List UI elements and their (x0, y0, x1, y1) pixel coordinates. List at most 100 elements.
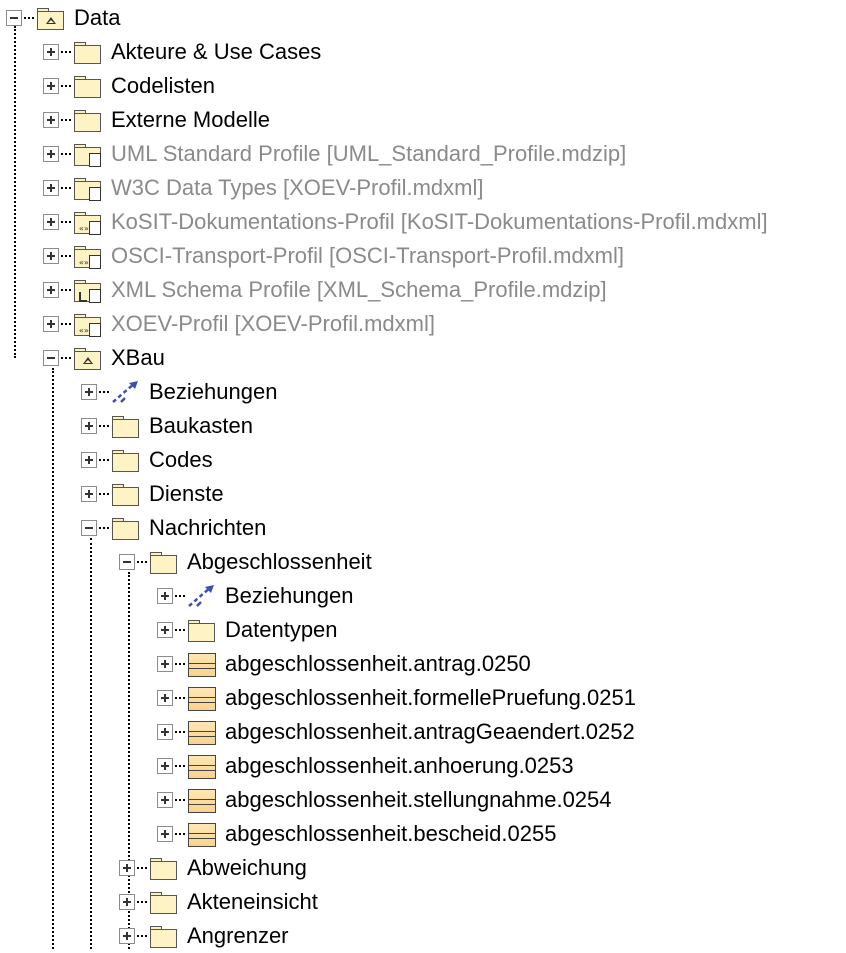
relationship-icon (187, 584, 217, 608)
expand-toggle[interactable] (157, 724, 173, 740)
expand-toggle[interactable] (81, 452, 97, 468)
tree-node-label: Data (74, 5, 121, 30)
tree-node-nachrichten[interactable]: Nachrichten (81, 511, 266, 545)
containment-tree: Data Akteure & Use Cases Codelisten Exte… (0, 0, 846, 949)
profile-folder-icon (73, 176, 103, 201)
tree-node-codes[interactable]: Codes (81, 443, 213, 477)
expand-toggle[interactable] (43, 180, 59, 196)
tree-node-abweichung[interactable]: Abweichung (119, 851, 307, 885)
folder-icon (111, 516, 141, 540)
collapse-toggle[interactable] (81, 520, 97, 536)
expand-toggle[interactable] (43, 112, 59, 128)
tree-node-message-0250[interactable]: abgeschlossenheit.antrag.0250 (157, 647, 531, 681)
tree-node-label: abgeschlossenheit.stellungnahme.0254 (225, 787, 612, 812)
profile-folder-icon (73, 278, 103, 303)
tree-node-label: Abgeschlossenheit (187, 549, 372, 574)
tree-node-w3c-data-types[interactable]: W3C Data Types [XOEV-Profil.mdxml] (43, 171, 483, 205)
tree-node-xoev-profil[interactable]: «» XOEV-Profil [XOEV-Profil.mdxml] (43, 307, 435, 341)
expand-toggle[interactable] (43, 248, 59, 264)
tree-node-label: XBau (111, 345, 165, 370)
expand-toggle[interactable] (157, 792, 173, 808)
package-icon (36, 6, 66, 30)
tree-guide-xbau (52, 368, 54, 949)
tree-node-abgeschlossenheit[interactable]: Abgeschlossenheit (119, 545, 372, 579)
tree-node-baukasten[interactable]: Baukasten (81, 409, 253, 443)
stereotype-profile-icon: «» (73, 244, 103, 269)
folder-icon (187, 618, 217, 642)
tree-node-label: abgeschlossenheit.antrag.0250 (225, 651, 531, 676)
expand-toggle[interactable] (81, 384, 97, 400)
tree-node-label: abgeschlossenheit.bescheid.0255 (225, 821, 557, 846)
tree-node-akteneinsicht[interactable]: Akteneinsicht (119, 885, 318, 919)
message-class-icon (187, 720, 217, 745)
tree-guide-root (14, 26, 16, 358)
tree-guide-nachrichten (90, 538, 92, 949)
folder-icon (111, 414, 141, 438)
collapse-toggle[interactable] (119, 554, 135, 570)
expand-toggle[interactable] (119, 860, 135, 876)
tree-node-label: Abweichung (187, 855, 307, 880)
tree-node-label: abgeschlossenheit.antragGeaendert.0252 (225, 719, 635, 744)
tree-node-message-0252[interactable]: abgeschlossenheit.antragGeaendert.0252 (157, 715, 635, 749)
expand-toggle[interactable] (43, 146, 59, 162)
folder-icon (149, 856, 179, 880)
tree-node-label: W3C Data Types [XOEV-Profil.mdxml] (111, 175, 484, 200)
expand-toggle[interactable] (157, 622, 173, 638)
message-class-icon (187, 822, 217, 847)
tree-node-label: UML Standard Profile [UML_Standard_Profi… (111, 141, 627, 166)
tree-node-label: Angrenzer (187, 923, 289, 948)
tree-node-codelisten[interactable]: Codelisten (43, 69, 215, 103)
tree-node-label: Codes (149, 447, 213, 472)
expand-toggle[interactable] (43, 282, 59, 298)
expand-toggle[interactable] (81, 486, 97, 502)
tree-node-message-0254[interactable]: abgeschlossenheit.stellungnahme.0254 (157, 783, 612, 817)
expand-toggle[interactable] (43, 214, 59, 230)
tree-node-abgeschlossenheit-beziehungen[interactable]: Beziehungen (157, 579, 353, 613)
expand-toggle[interactable] (157, 690, 173, 706)
folder-icon (111, 482, 141, 506)
tree-node-label: Beziehungen (149, 379, 278, 404)
tree-node-label: XOEV-Profil [XOEV-Profil.mdxml] (111, 311, 435, 336)
tree-node-kosit-dokumentations-profil[interactable]: «» KoSIT-Dokumentations-Profil [KoSIT-Do… (43, 205, 768, 239)
folder-icon (111, 448, 141, 472)
expand-toggle[interactable] (81, 418, 97, 434)
tree-node-label: Externe Modelle (111, 107, 270, 132)
tree-node-message-0253[interactable]: abgeschlossenheit.anhoerung.0253 (157, 749, 574, 783)
collapse-toggle[interactable] (43, 350, 59, 366)
tree-node-uml-standard-profile[interactable]: UML Standard Profile [UML_Standard_Profi… (43, 137, 626, 171)
tree-node-xbau-beziehungen[interactable]: Beziehungen (81, 375, 277, 409)
expand-toggle[interactable] (43, 44, 59, 60)
folder-icon (149, 550, 179, 574)
folder-icon (149, 890, 179, 914)
tree-node-label: Beziehungen (225, 583, 354, 608)
tree-node-osci-transport-profil[interactable]: «» OSCI-Transport-Profil [OSCI-Transport… (43, 239, 624, 273)
expand-toggle[interactable] (43, 78, 59, 94)
expand-toggle[interactable] (157, 588, 173, 604)
expand-toggle[interactable] (157, 656, 173, 672)
tree-node-label: Dienste (149, 481, 224, 506)
tree-node-label: Codelisten (111, 73, 215, 98)
expand-toggle[interactable] (157, 826, 173, 842)
tree-node-datentypen[interactable]: Datentypen (157, 613, 338, 647)
expand-toggle[interactable] (119, 894, 135, 910)
tree-node-xbau[interactable]: XBau (43, 341, 165, 375)
tree-node-label: abgeschlossenheit.anhoerung.0253 (225, 753, 574, 778)
tree-node-message-0255[interactable]: abgeschlossenheit.bescheid.0255 (157, 817, 556, 851)
tree-node-message-0251[interactable]: abgeschlossenheit.formellePruefung.0251 (157, 681, 636, 715)
tree-node-angrenzer[interactable]: Angrenzer (119, 919, 289, 953)
tree-node-label: KoSIT-Dokumentations-Profil [KoSIT-Dokum… (111, 209, 768, 234)
tree-node-data[interactable]: Data (6, 1, 120, 35)
stereotype-profile-icon: «» (73, 210, 103, 235)
tree-node-dienste[interactable]: Dienste (81, 477, 224, 511)
expand-toggle[interactable] (119, 928, 135, 944)
folder-icon (73, 40, 103, 64)
expand-toggle[interactable] (43, 316, 59, 332)
tree-node-akteure-use-cases[interactable]: Akteure & Use Cases (43, 35, 321, 69)
tree-node-label: abgeschlossenheit.formellePruefung.0251 (225, 685, 636, 710)
tree-node-externe-modelle[interactable]: Externe Modelle (43, 103, 270, 137)
tree-node-label: Akteure & Use Cases (111, 39, 322, 64)
collapse-toggle[interactable] (6, 10, 22, 26)
expand-toggle[interactable] (157, 758, 173, 774)
tree-node-label: Nachrichten (149, 515, 267, 540)
tree-node-xml-schema-profile[interactable]: XML Schema Profile [XML_Schema_Profile.m… (43, 273, 607, 307)
